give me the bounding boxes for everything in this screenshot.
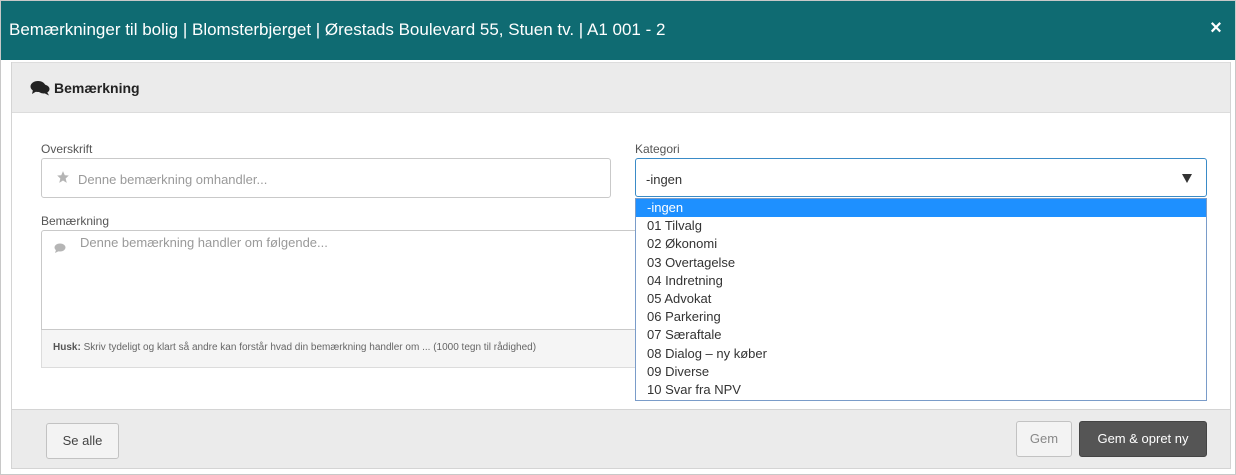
kategori-value: -ingen: [646, 172, 683, 187]
bemaerkning-textarea[interactable]: Denne bemærkning handler om følgende...: [41, 230, 641, 330]
kategori-option[interactable]: 01 Tilvalg: [636, 217, 1206, 235]
overskrift-label: Overskrift: [41, 142, 93, 156]
modal-title-bar: Bemærkninger til bolig | Blomsterbjerget…: [1, 1, 1235, 60]
remarks-modal: Bemærkninger til bolig | Blomsterbjerget…: [0, 0, 1236, 475]
kategori-option[interactable]: 09 Diverse: [636, 363, 1206, 381]
kategori-option[interactable]: 03 Overtagelse: [636, 254, 1206, 272]
kategori-option[interactable]: 07 Særaftale: [636, 326, 1206, 344]
kategori-dropdown: -ingen 01 Tilvalg 02 Økonomi 03 Overtage…: [635, 198, 1207, 401]
comments-icon: [30, 81, 50, 96]
kategori-option[interactable]: 02 Økonomi: [636, 235, 1206, 253]
kategori-option[interactable]: 10 Svar fra NPV: [636, 381, 1206, 399]
help-text: Husk: Skriv tydeligt og klart så andre k…: [41, 330, 641, 368]
save-button[interactable]: Gem: [1016, 421, 1072, 457]
save-and-new-button[interactable]: Gem & opret ny: [1079, 421, 1207, 457]
kategori-option[interactable]: -ingen: [636, 199, 1206, 218]
star-icon: [57, 171, 69, 183]
panel-header: Bemærkning: [12, 62, 1230, 113]
close-icon[interactable]: ×: [1207, 18, 1225, 38]
comment-icon: [54, 243, 66, 253]
kategori-select[interactable]: -ingen: [635, 158, 1207, 197]
help-bold: Husk:: [53, 342, 81, 353]
kategori-option[interactable]: 05 Advokat: [636, 290, 1206, 308]
modal-footer: Se alle Gem Gem & opret ny: [11, 409, 1231, 469]
overskrift-input[interactable]: Denne bemærkning omhandler...: [41, 158, 611, 198]
kategori-option[interactable]: 06 Parkering: [636, 308, 1206, 326]
kategori-option[interactable]: 04 Indretning: [636, 272, 1206, 290]
panel-heading: Bemærkning: [54, 80, 140, 96]
overskrift-placeholder: Denne bemærkning omhandler...: [78, 172, 268, 187]
caret-down-icon[interactable]: [1182, 174, 1192, 183]
kategori-label: Kategori: [635, 142, 680, 156]
modal-title: Bemærkninger til bolig | Blomsterbjerget…: [9, 20, 666, 39]
bemaerkning-label: Bemærkning: [41, 214, 110, 228]
help-body: Skriv tydeligt og klart så andre kan for…: [80, 342, 537, 353]
see-all-button[interactable]: Se alle: [46, 423, 119, 459]
kategori-option[interactable]: 08 Dialog – ny køber: [636, 345, 1206, 363]
bemaerkning-placeholder: Denne bemærkning handler om følgende...: [80, 235, 328, 250]
